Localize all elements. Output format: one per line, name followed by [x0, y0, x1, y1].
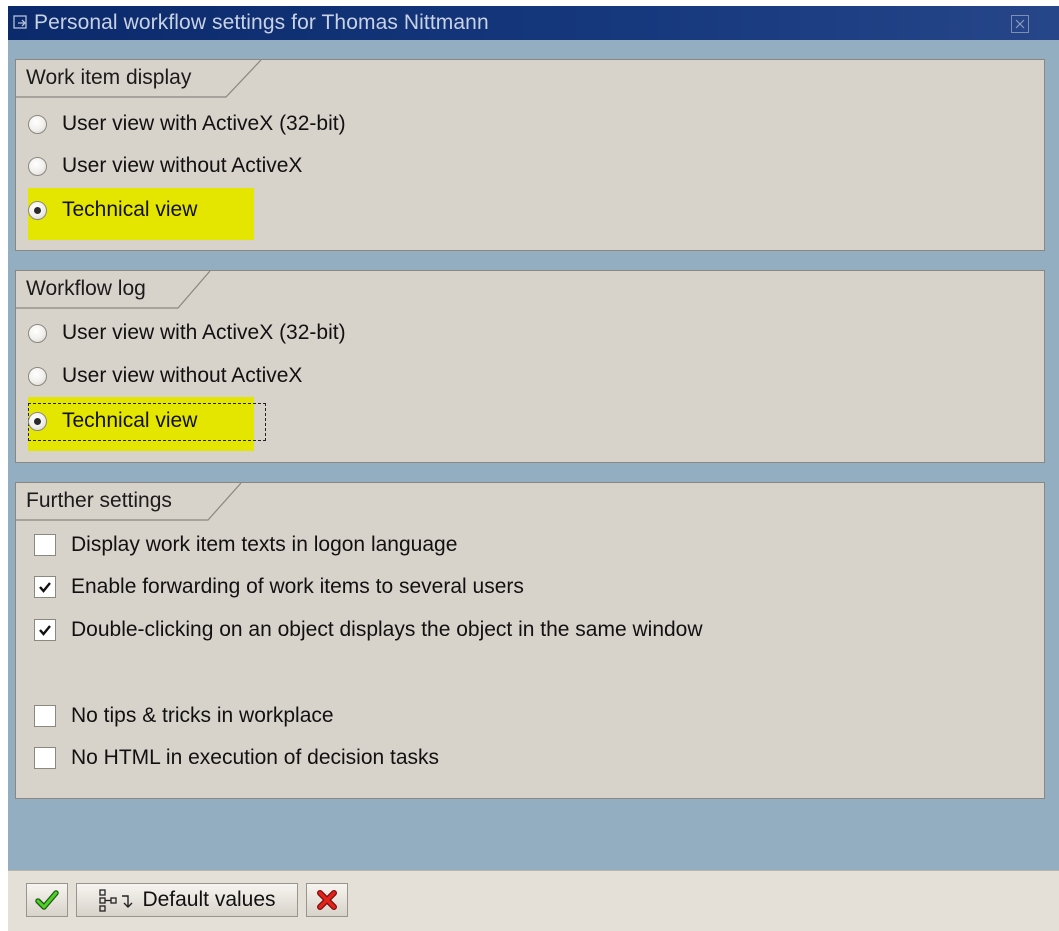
radio-option-technical-view[interactable]: Technical view: [28, 403, 197, 439]
radio-button[interactable]: [28, 323, 47, 343]
radio-label: User view with ActiveX (32-bit): [62, 112, 346, 135]
group-title: Workflow log: [26, 277, 146, 300]
radio-option-no-activex[interactable]: User view without ActiveX: [28, 148, 302, 184]
radio-option-technical-view[interactable]: Technical view: [28, 192, 197, 228]
checkbox-label: No HTML in execution of decision tasks: [71, 746, 440, 769]
checkbox[interactable]: [34, 534, 56, 556]
radio-button-selected[interactable]: [28, 200, 47, 220]
checkbox-logon-language[interactable]: Display work item texts in logon languag…: [34, 527, 457, 563]
group-workflow-log: Workflow log User view with ActiveX (32-…: [15, 270, 1045, 463]
radio-button[interactable]: [28, 366, 47, 386]
radio-label: Technical view: [62, 409, 198, 432]
window-icon: [12, 14, 30, 32]
title-bar: Personal workflow settings for Thomas Ni…: [8, 6, 1059, 40]
red-x-icon: [317, 890, 337, 910]
radio-button-selected[interactable]: [28, 411, 47, 431]
checkbox[interactable]: [34, 705, 56, 727]
checkbox-enable-forwarding[interactable]: Enable forwarding of work items to sever…: [34, 569, 524, 605]
checkbox-label: Double-clicking on an object displays th…: [71, 618, 703, 641]
checkbox-double-click-same-window[interactable]: Double-clicking on an object displays th…: [34, 612, 703, 648]
confirm-button[interactable]: [26, 883, 68, 917]
default-values-button[interactable]: Default values: [76, 883, 298, 917]
checkbox-no-tips-tricks[interactable]: No tips & tricks in workplace: [34, 698, 334, 734]
radio-label: User view without ActiveX: [62, 154, 303, 177]
group-title: Work item display: [26, 66, 192, 89]
cancel-button[interactable]: [306, 883, 348, 917]
window-title: Personal workflow settings for Thomas Ni…: [34, 11, 489, 34]
radio-label: User view with ActiveX (32-bit): [62, 321, 346, 344]
radio-button[interactable]: [28, 114, 47, 134]
group-work-item-display: Work item display User view with ActiveX…: [15, 59, 1045, 251]
group-title: Further settings: [26, 489, 172, 512]
checkbox-checked[interactable]: [34, 619, 56, 641]
group-further-settings: Further settings Display work item texts…: [15, 482, 1045, 799]
bottom-toolbar: Default values: [8, 870, 1059, 931]
radio-option-activex[interactable]: User view with ActiveX (32-bit): [28, 106, 346, 142]
radio-label: Technical view: [62, 198, 198, 221]
checkbox-label: Display work item texts in logon languag…: [71, 533, 458, 556]
default-values-label: Default values: [142, 888, 276, 911]
close-icon: [1015, 19, 1025, 29]
checkmark-icon: [39, 582, 51, 593]
radio-button[interactable]: [28, 156, 47, 176]
green-checkmark-icon: [35, 890, 59, 910]
checkmark-icon: [39, 625, 51, 636]
close-button[interactable]: [1011, 15, 1029, 33]
checkbox-checked[interactable]: [34, 576, 56, 598]
radio-option-activex[interactable]: User view with ActiveX (32-bit): [28, 315, 346, 351]
radio-label: User view without ActiveX: [62, 364, 303, 387]
checkbox-label: No tips & tricks in workplace: [71, 704, 334, 727]
checkbox[interactable]: [34, 747, 56, 769]
dialog-window: Personal workflow settings for Thomas Ni…: [8, 6, 1059, 931]
radio-option-no-activex[interactable]: User view without ActiveX: [28, 358, 302, 394]
checkbox-no-html-decision[interactable]: No HTML in execution of decision tasks: [34, 740, 439, 776]
checkbox-label: Enable forwarding of work items to sever…: [71, 575, 524, 598]
hierarchy-icon: [99, 889, 133, 912]
